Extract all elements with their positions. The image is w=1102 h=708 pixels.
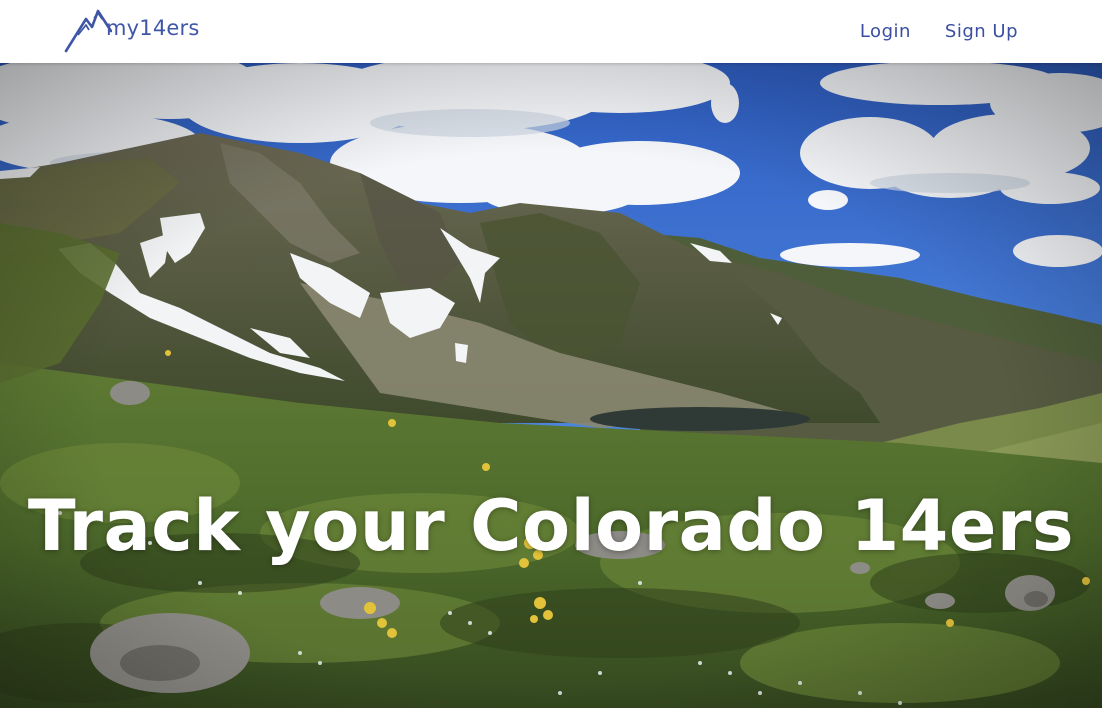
hero-section: Track your Colorado 14ers (0, 63, 1102, 708)
mountain-logo-icon (64, 9, 112, 53)
brand-logo-link[interactable]: my14ers (64, 5, 200, 53)
hero-title: Track your Colorado 14ers (27, 484, 1075, 567)
signup-link[interactable]: Sign Up (945, 21, 1018, 42)
hero-mountain-image (0, 63, 1102, 708)
nav-links: Login Sign Up (860, 0, 1018, 63)
login-link[interactable]: Login (860, 21, 911, 42)
brand-name: my14ers (106, 16, 200, 40)
navbar: my14ers Login Sign Up (0, 0, 1102, 63)
